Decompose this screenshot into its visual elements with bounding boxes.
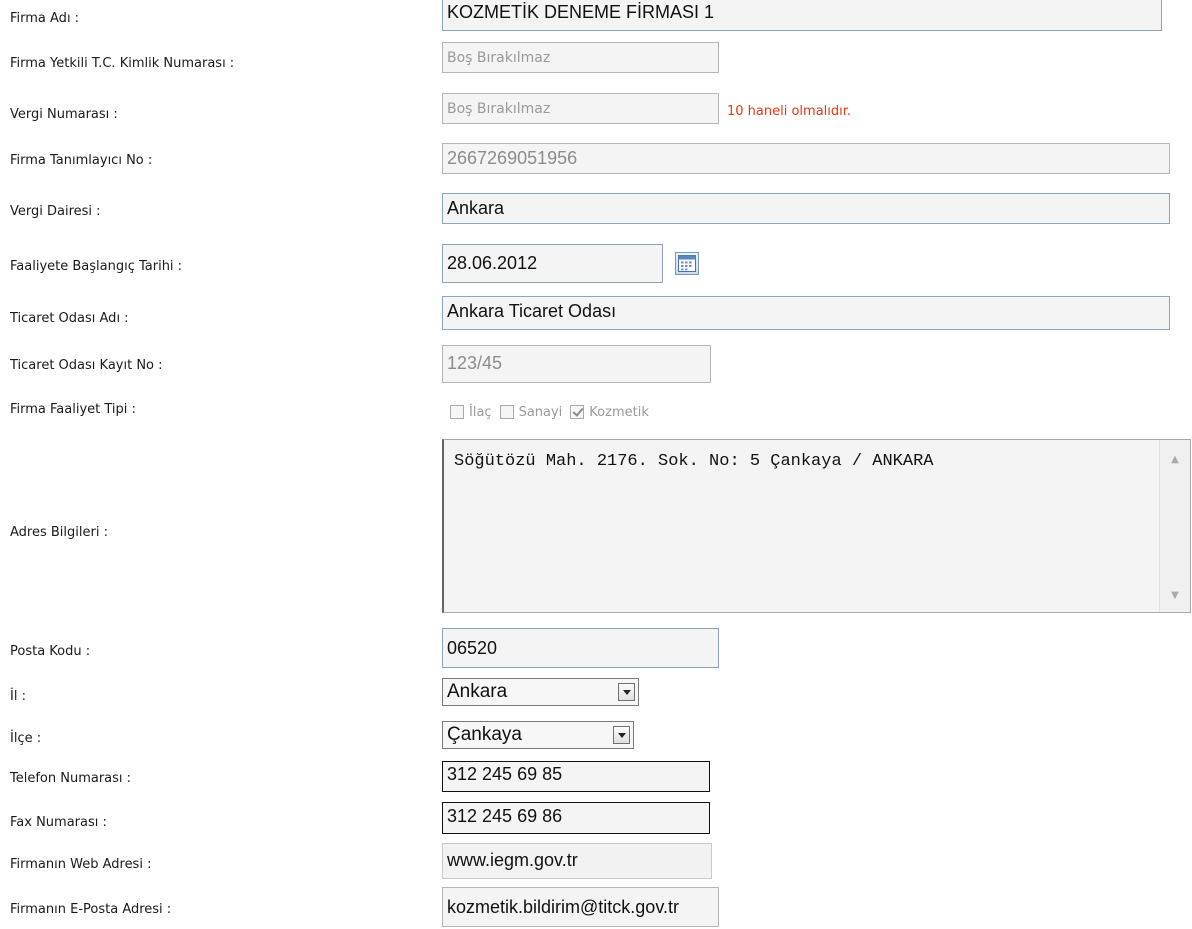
il-select[interactable]: Ankara bbox=[442, 678, 639, 706]
ilce-select[interactable]: Çankaya bbox=[442, 721, 634, 749]
label-vergi-no: Vergi Numarası : bbox=[10, 107, 118, 122]
faaliyet-tipi-group: İlaç Sanayi Kozmetik bbox=[450, 402, 657, 422]
web-input[interactable]: www.iegm.gov.tr bbox=[442, 843, 712, 879]
label-vergi-dairesi: Vergi Dairesi : bbox=[10, 204, 101, 219]
il-selected-value: Ankara bbox=[447, 681, 508, 702]
label-baslangic: Faaliyete Başlangıç Tarihi : bbox=[10, 259, 183, 274]
ilac-checkbox[interactable] bbox=[450, 405, 464, 419]
label-telefon: Telefon Numarası : bbox=[10, 771, 132, 786]
label-il: İl : bbox=[10, 689, 26, 704]
sanayi-checkbox[interactable] bbox=[499, 405, 514, 419]
label-adres: Adres Bilgileri : bbox=[10, 525, 108, 540]
scroll-up-icon[interactable]: ▲ bbox=[1160, 450, 1190, 470]
vergi-no-warning: 10 haneli olmalıdır. bbox=[727, 104, 852, 119]
label-tc-kimlik: Firma Yetkili T.C. Kimlik Numarası : bbox=[10, 56, 235, 71]
sanayi-label: Sanayi bbox=[518, 404, 563, 420]
label-firma-adi: Firma Adı : bbox=[10, 11, 80, 26]
label-oda-kayit: Ticaret Odası Kayıt No : bbox=[10, 358, 163, 373]
fax-input[interactable]: 312 245 69 86 bbox=[442, 802, 710, 834]
label-posta: Posta Kodu : bbox=[10, 644, 91, 659]
chevron-down-icon[interactable] bbox=[613, 726, 630, 744]
label-web: Firmanın Web Adresi : bbox=[10, 857, 152, 872]
telefon-input[interactable]: 312 245 69 85 bbox=[442, 761, 710, 792]
firma-adi-input[interactable]: KOZMETİK DENEME FİRMASI 1 bbox=[442, 0, 1162, 31]
vergi-dairesi-input[interactable]: Ankara bbox=[442, 193, 1170, 224]
ilce-selected-value: Çankaya bbox=[447, 724, 522, 745]
calendar-icon[interactable] bbox=[675, 252, 699, 275]
adres-scrollbar[interactable]: ▲ ▼ bbox=[1159, 440, 1190, 612]
chevron-down-icon[interactable] bbox=[618, 683, 635, 701]
tanimlayici-input[interactable]: 2667269051956 bbox=[442, 143, 1170, 174]
adres-textarea[interactable]: Söğütözü Mah. 2176. Sok. No: 5 Çankaya /… bbox=[442, 439, 1191, 613]
label-fax: Fax Numarası : bbox=[10, 815, 107, 830]
adres-text: Söğütözü Mah. 2176. Sok. No: 5 Çankaya /… bbox=[454, 452, 934, 471]
tc-kimlik-input[interactable]: Boş Bırakılmaz bbox=[442, 42, 719, 73]
label-ilce: İlçe : bbox=[10, 731, 42, 746]
scroll-down-icon[interactable]: ▼ bbox=[1160, 586, 1190, 606]
kozmetik-checkbox[interactable] bbox=[570, 405, 585, 419]
eposta-input[interactable]: kozmetik.bildirim@titck.gov.tr bbox=[442, 887, 719, 927]
oda-adi-input[interactable]: Ankara Ticaret Odası bbox=[442, 296, 1170, 330]
oda-kayit-input[interactable]: 123/45 bbox=[442, 345, 711, 383]
vergi-no-input[interactable]: Boş Bırakılmaz bbox=[442, 93, 719, 124]
baslangic-date-input[interactable]: 28.06.2012 bbox=[442, 244, 663, 283]
kozmetik-label: Kozmetik bbox=[589, 404, 649, 420]
label-tanimlayici: Firma Tanımlayıcı No : bbox=[10, 153, 153, 168]
label-oda-adi: Ticaret Odası Adı : bbox=[10, 311, 129, 326]
label-eposta: Firmanın E-Posta Adresi : bbox=[10, 902, 172, 917]
label-faaliyet-tipi: Firma Faaliyet Tipi : bbox=[10, 402, 136, 417]
ilac-label: İlaç bbox=[469, 404, 492, 420]
posta-kodu-input[interactable]: 06520 bbox=[442, 628, 719, 668]
